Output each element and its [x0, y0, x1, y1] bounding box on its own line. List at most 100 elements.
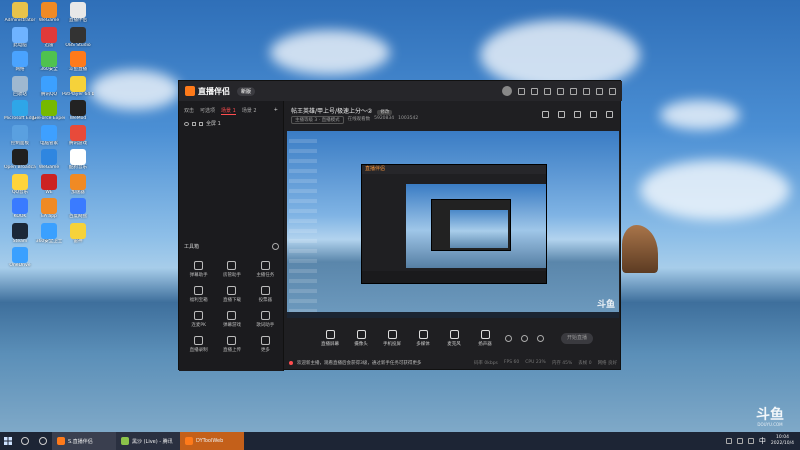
clock[interactable]: 10:04 2022/10/4 [771, 435, 794, 447]
toolbox-item[interactable]: 直播上传 [215, 336, 248, 353]
more-icon[interactable] [272, 243, 279, 250]
desktop-icon[interactable]: WeGame [33, 149, 65, 171]
app-icon [70, 198, 86, 214]
desktop-icon[interactable]: 迅雷 [33, 26, 65, 49]
lock-icon[interactable] [558, 111, 565, 118]
source-button[interactable]: 扬声器 [474, 329, 496, 347]
desktop-icon-label: 控制面板 [11, 140, 29, 146]
desktop-icon[interactable]: Steam [4, 222, 36, 245]
desktop-icon[interactable]: 腾讯游戏 [62, 124, 94, 147]
toolbox-item[interactable]: 连麦PK [182, 311, 215, 328]
desktop-icon[interactable]: Open Broadcaster [4, 149, 36, 171]
avatar[interactable] [502, 86, 512, 96]
desktop-icon[interactable]: 电脑管家 [33, 124, 65, 147]
settings-icon[interactable] [544, 87, 551, 95]
close-icon[interactable] [609, 87, 616, 95]
share-icon[interactable] [606, 111, 613, 118]
desktop-icon[interactable]: 斗鱼直播 [62, 51, 94, 73]
desktop-icon[interactable]: 酷狗音乐 [62, 149, 94, 171]
desktop-icon[interactable]: 百度网盘 [62, 198, 94, 220]
tab-scene-1[interactable]: 场景 1 [221, 107, 236, 115]
gift-icon[interactable] [518, 87, 525, 95]
desktop-icon[interactable]: PotPlayer 64 bit [62, 75, 94, 98]
toolbox-item[interactable]: 直播下载 [215, 286, 248, 303]
taskbar-app[interactable]: 黑沙 (Live) - 腾讯 [116, 432, 180, 450]
message-icon[interactable] [531, 87, 538, 95]
app-icon [57, 437, 65, 445]
toolbox-item[interactable]: 主播任务 [249, 261, 282, 278]
tab-2[interactable]: 可选项 [200, 107, 215, 115]
desktop-icon[interactable]: 360安全卫士 [33, 222, 65, 245]
task-view-button[interactable] [34, 432, 52, 450]
desktop-icon-label: 百度网盘 [69, 214, 87, 219]
desktop-icon[interactable]: OBS Studio [62, 26, 94, 49]
toolbox-item[interactable]: 直播录制 [182, 336, 215, 353]
desktop-icon[interactable]: 直播伴侣 [62, 2, 94, 24]
toolbox-item[interactable]: 弹幕游戏 [215, 311, 248, 328]
toolbox-item[interactable]: 投票器 [249, 286, 282, 303]
desktop-icon[interactable]: GeForce Experience [33, 100, 65, 122]
maximize-icon[interactable] [596, 87, 603, 95]
bell-icon[interactable] [590, 111, 597, 118]
source-button[interactable]: 多媒体 [412, 329, 434, 347]
tab-1[interactable]: 双击 [184, 107, 194, 115]
desktop-icon[interactable]: WE [33, 173, 65, 196]
desktop-icon[interactable]: KOOK [4, 198, 36, 220]
skin-icon[interactable] [557, 87, 564, 95]
search-button[interactable] [16, 432, 34, 450]
toolbox-item[interactable]: 福利宝箱 [182, 286, 215, 303]
desktop-icon[interactable]: 控制面板 [4, 124, 36, 147]
desktop-icon[interactable]: 360安全 [33, 51, 65, 73]
source-button[interactable]: 麦克风 [443, 329, 465, 347]
menu-icon[interactable] [570, 87, 577, 95]
desktop-icon[interactable]: 加速器 [62, 173, 94, 196]
title-bar[interactable]: 直播伴侣 新版 [179, 81, 622, 101]
taskbar-app[interactable]: DYToolWeb [180, 432, 244, 450]
desktop-icon[interactable]: OneDrive [4, 247, 36, 269]
settings-icon[interactable] [537, 334, 544, 342]
checkbox-icon[interactable] [199, 121, 203, 126]
toolbox-item[interactable]: 房管助手 [215, 261, 248, 278]
source-button[interactable]: 摄像头 [350, 329, 372, 347]
desktop-icon[interactable]: 网络 [4, 51, 36, 73]
desktop-icon[interactable]: WeGame [33, 2, 65, 24]
notice-text[interactable]: 欢迎新主播，观看直播后会获得3级，通过新手任务可获得更多 [297, 360, 421, 366]
desktop-icon[interactable]: 此电脑 [4, 26, 36, 49]
timer-icon[interactable] [521, 334, 528, 342]
notification-icon[interactable] [542, 111, 549, 118]
desktop-icon[interactable]: WeMod [62, 100, 94, 122]
eye-icon[interactable] [184, 121, 189, 126]
add-scene-button[interactable]: + [274, 107, 278, 115]
minimize-icon[interactable] [583, 87, 590, 95]
desktop-icon[interactable]: Administrator [4, 2, 36, 24]
volume-icon[interactable] [747, 438, 754, 444]
app-icon [70, 26, 86, 43]
stream-preview[interactable]: 直播伴侣 斗鱼 [287, 131, 619, 318]
desktop-icon-label: Open Broadcaster [4, 165, 36, 170]
input-language[interactable]: 中 [759, 436, 766, 446]
start-button[interactable] [0, 432, 16, 450]
desktop-icon[interactable]: Microsoft Edge [4, 100, 36, 122]
version-badge[interactable]: 新版 [237, 86, 256, 96]
desktop-icon[interactable]: 回收站 [4, 75, 36, 98]
start-live-button[interactable]: 开始直播 [561, 332, 593, 344]
desktop-icon[interactable]: 腾讯QQ [33, 75, 65, 98]
tray-up-icon[interactable] [725, 438, 732, 444]
network-icon[interactable] [736, 438, 743, 444]
fullscreen-icon[interactable] [574, 111, 581, 118]
toolbox-item[interactable]: 更多 [249, 336, 282, 353]
desktop-icon[interactable]: QQ音乐 [4, 173, 36, 196]
scene-source-item[interactable]: 全屏 1 [179, 118, 283, 129]
desktop-icon[interactable]: 雷神 [62, 222, 94, 245]
source-button[interactable]: 直播屏幕 [319, 329, 341, 347]
lock-icon[interactable] [192, 121, 196, 126]
toolbox-item[interactable]: 弹幕助手 [182, 261, 215, 278]
record-icon[interactable] [505, 334, 512, 342]
app-icon [41, 124, 57, 141]
edit-title-button[interactable]: 修改 [377, 110, 393, 115]
desktop-icon[interactable]: EA app [33, 198, 65, 220]
taskbar-app[interactable]: S.直播伴侣 [52, 432, 116, 450]
tab-scene-2[interactable]: 场景 2 [242, 107, 257, 115]
source-button[interactable]: 手机投屏 [381, 329, 403, 347]
toolbox-item[interactable]: 歌词助手 [249, 311, 282, 328]
